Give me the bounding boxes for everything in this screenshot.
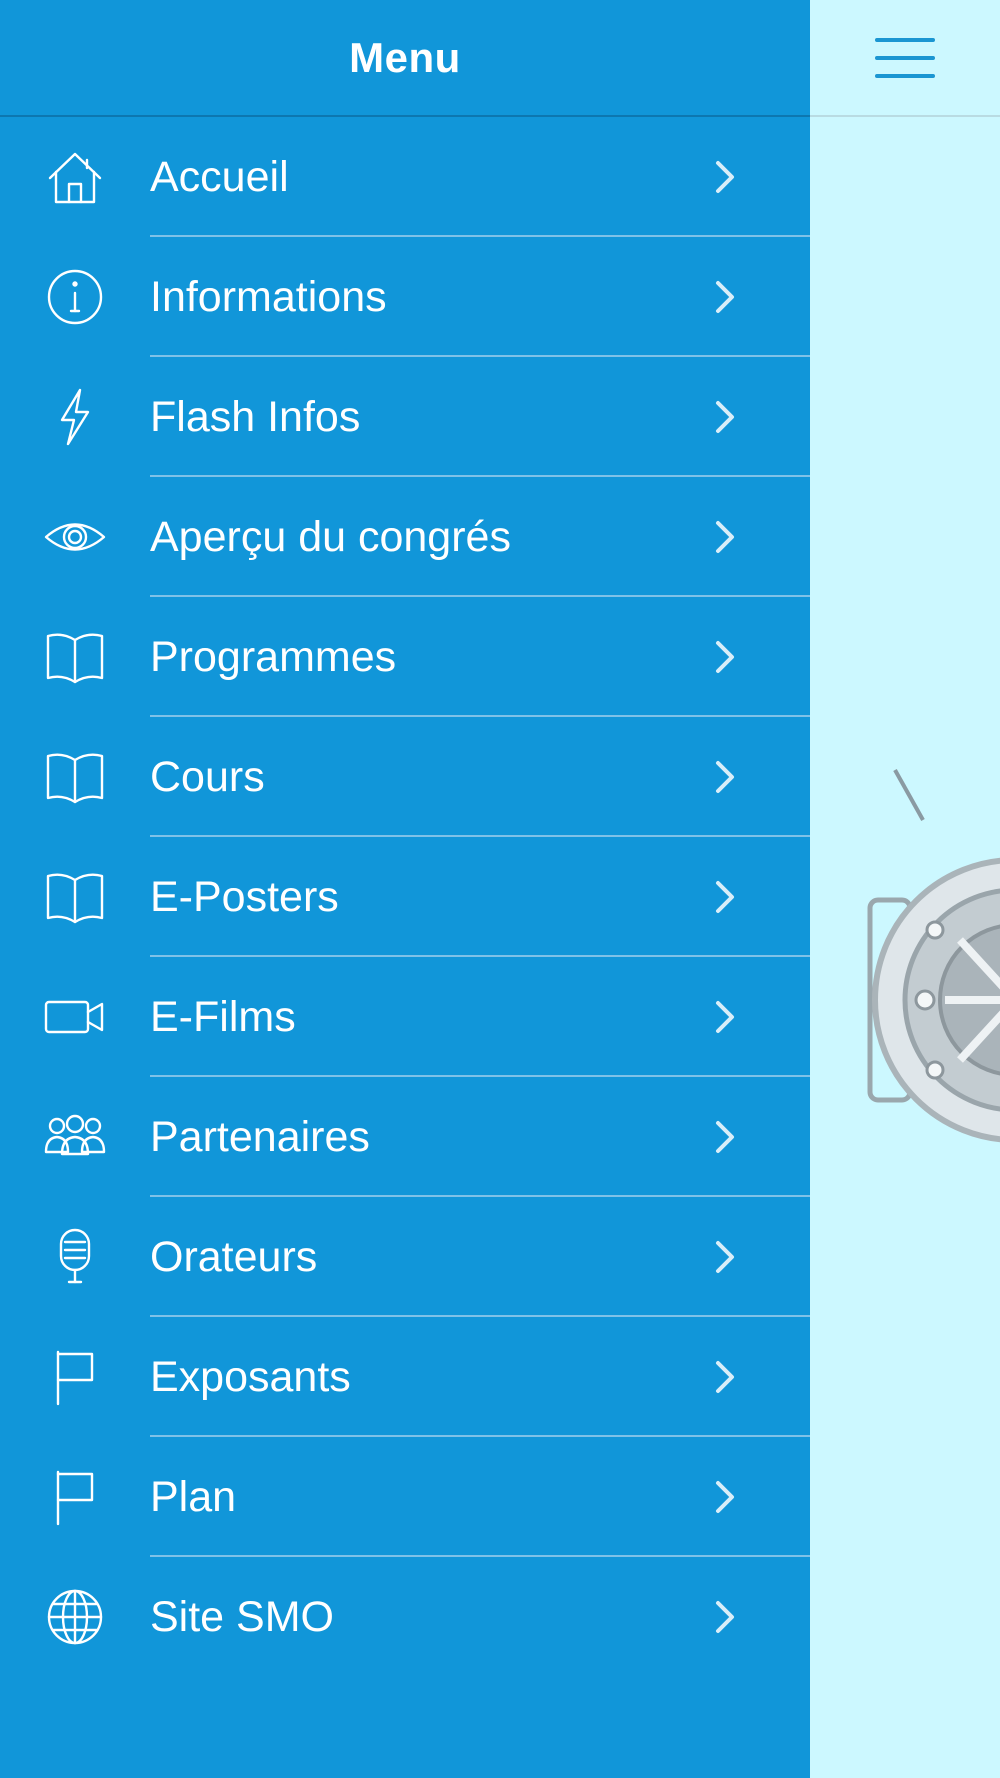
menu-list: Accueil Informations Flash Infos Aperçu du … xyxy=(0,117,810,1677)
people-icon xyxy=(0,1077,150,1197)
lightning-icon xyxy=(0,357,150,477)
hamburger-icon[interactable] xyxy=(875,37,935,78)
chevron-right-icon xyxy=(710,157,810,197)
menu-item-e-films[interactable]: E-Films xyxy=(0,957,810,1077)
chevron-right-icon xyxy=(710,757,810,797)
drawer-title: Menu xyxy=(349,33,461,81)
menu-item-e-posters[interactable]: E-Posters xyxy=(0,837,810,957)
globe-icon xyxy=(0,1557,150,1677)
menu-item-label: E-Films xyxy=(150,992,296,1041)
eye-icon xyxy=(0,477,150,597)
chevron-right-icon xyxy=(710,277,810,317)
flag-icon xyxy=(0,1317,150,1437)
menu-item-orateurs[interactable]: Orateurs xyxy=(0,1197,810,1317)
menu-item-label: Accueil xyxy=(150,152,289,201)
menu-item-label: Exposants xyxy=(150,1352,351,1401)
flag-icon xyxy=(0,1437,150,1557)
chevron-right-icon xyxy=(710,1357,810,1397)
video-camera-icon xyxy=(0,957,150,1077)
menu-item-cours[interactable]: Cours xyxy=(0,717,810,837)
menu-item-partenaires[interactable]: Partenaires xyxy=(0,1077,810,1197)
menu-item-exposants[interactable]: Exposants xyxy=(0,1317,810,1437)
drawer-header: Menu xyxy=(0,0,810,117)
navigation-drawer: Menu Accueil Informations Flash Infos Aperç… xyxy=(0,0,810,1778)
book-icon xyxy=(0,717,150,837)
menu-item-label: Aperçu du congrés xyxy=(150,512,511,561)
chevron-right-icon xyxy=(710,997,810,1037)
content-pane xyxy=(810,0,1000,1778)
chevron-right-icon xyxy=(710,637,810,677)
home-icon xyxy=(0,117,150,237)
machine-illustration xyxy=(867,769,1000,1143)
book-icon xyxy=(0,597,150,717)
menu-item-site-smo[interactable]: Site SMO xyxy=(0,1557,810,1677)
menu-item-accueil[interactable]: Accueil xyxy=(0,117,810,237)
chevron-right-icon xyxy=(710,1117,810,1157)
menu-item-label: Partenaires xyxy=(150,1112,370,1161)
microphone-icon xyxy=(0,1197,150,1317)
menu-item-flash-infos[interactable]: Flash Infos xyxy=(0,357,810,477)
menu-item-label: E-Posters xyxy=(150,872,339,921)
chevron-right-icon xyxy=(710,517,810,557)
menu-item-plan[interactable]: Plan xyxy=(0,1437,810,1557)
book-icon xyxy=(0,837,150,957)
menu-item-label: Site SMO xyxy=(150,1592,334,1641)
chevron-right-icon xyxy=(710,877,810,917)
menu-item-label: Cours xyxy=(150,752,265,801)
menu-item-label: Flash Infos xyxy=(150,392,361,441)
menu-item-label: Informations xyxy=(150,272,387,321)
chevron-right-icon xyxy=(710,1597,810,1637)
chevron-right-icon xyxy=(710,397,810,437)
chevron-right-icon xyxy=(710,1477,810,1517)
menu-item-programmes[interactable]: Programmes xyxy=(0,597,810,717)
chevron-right-icon xyxy=(710,1237,810,1277)
menu-item-informations[interactable]: Informations xyxy=(0,237,810,357)
menu-item-aper-u-du-congr-s[interactable]: Aperçu du congrés xyxy=(0,477,810,597)
menu-item-label: Orateurs xyxy=(150,1232,318,1281)
menu-item-label: Programmes xyxy=(150,632,397,681)
menu-item-label: Plan xyxy=(150,1472,237,1521)
info-icon xyxy=(0,237,150,357)
top-bar xyxy=(810,0,1000,117)
